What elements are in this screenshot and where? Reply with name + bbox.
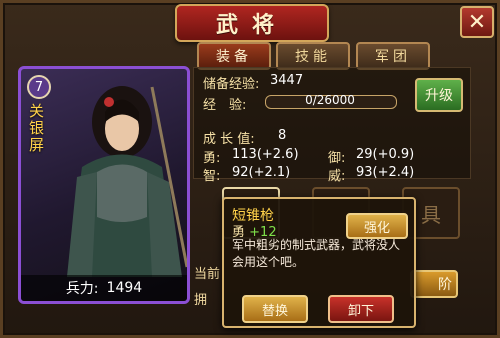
defense-label: 御: xyxy=(328,151,346,166)
exp-progress-text: 0/26000 xyxy=(305,93,355,107)
reserve-exp-label: 储备经验: xyxy=(203,77,260,92)
growth-label: 成 长 值: xyxy=(203,132,255,147)
unequip-button[interactable]: 卸下 xyxy=(328,295,394,323)
strengthen-button[interactable]: 强化 xyxy=(346,213,408,239)
hero-card[interactable]: 7 关银屏 兵力: 1494 xyxy=(18,66,190,304)
wisdom-value: 92(+2.1) xyxy=(232,165,291,180)
advance-button[interactable]: 阶 xyxy=(410,270,458,298)
troops-value: 1494 xyxy=(106,280,143,296)
title-banner: 武将 xyxy=(175,4,329,42)
close-icon: ✕ xyxy=(467,9,487,35)
close-button[interactable]: ✕ xyxy=(460,6,494,38)
tab-equipment[interactable]: 装备 xyxy=(197,42,271,70)
tab-legion[interactable]: 军团 xyxy=(356,42,430,70)
bottom-line-2: 拥 xyxy=(194,293,208,308)
growth-value: 8 xyxy=(278,128,287,143)
game-window: 武将 ✕ 装备 技能 军团 7 关银屏 兵力: 1494 储备经验: 3447 … xyxy=(0,0,500,338)
upgrade-button[interactable]: 升级 xyxy=(415,78,463,112)
brave-value: 113(+2.6) xyxy=(232,147,299,162)
hero-portrait xyxy=(67,86,187,277)
reserve-exp-value: 3447 xyxy=(270,73,304,88)
hero-name: 关银屏 xyxy=(29,102,45,154)
troop-bar: 兵力: 1494 xyxy=(21,275,187,301)
exp-label: 经 验: xyxy=(203,98,247,113)
page-title: 武将 xyxy=(215,13,288,38)
might-label: 威: xyxy=(328,169,346,184)
bottom-line-1: 当前 xyxy=(194,267,221,282)
item-description: 军中粗劣的制式武器，武将没人会用这个吧。 xyxy=(232,238,401,269)
might-value: 93(+2.4) xyxy=(356,165,415,180)
brave-label: 勇: xyxy=(203,151,221,166)
item-tooltip: 短锥枪 勇 +12 军中粗劣的制式武器，武将没人会用这个吧。 强化 替换 卸下 xyxy=(222,197,416,328)
troops-label: 兵力: xyxy=(65,281,99,297)
swap-button[interactable]: 替换 xyxy=(242,295,308,323)
defense-value: 29(+0.9) xyxy=(356,147,415,162)
bottom-info: 当前 拥 xyxy=(194,262,220,314)
tab-skills[interactable]: 技能 xyxy=(276,42,350,70)
wisdom-label: 智: xyxy=(203,169,221,184)
